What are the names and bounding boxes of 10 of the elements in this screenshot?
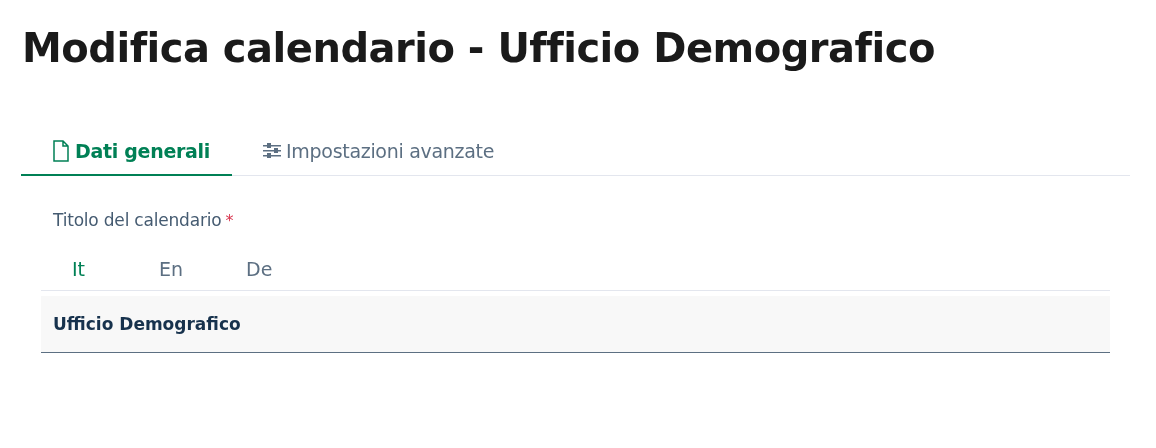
title-input[interactable]: Ufficio Demografico <box>41 296 1110 353</box>
tab[interactable]: Dati generali <box>21 130 233 176</box>
document-icon <box>51 140 71 162</box>
language-tab[interactable]: It <box>41 258 128 280</box>
tab[interactable]: Impostazioni avanzate <box>232 130 517 176</box>
page-title: Modifica calendario - Ufficio Demografico <box>22 24 936 73</box>
field-label: Titolo del calendario <box>53 210 222 230</box>
language-tab[interactable]: En <box>128 258 215 280</box>
required-mark: * <box>225 211 234 230</box>
language-tab[interactable]: De <box>215 258 302 280</box>
